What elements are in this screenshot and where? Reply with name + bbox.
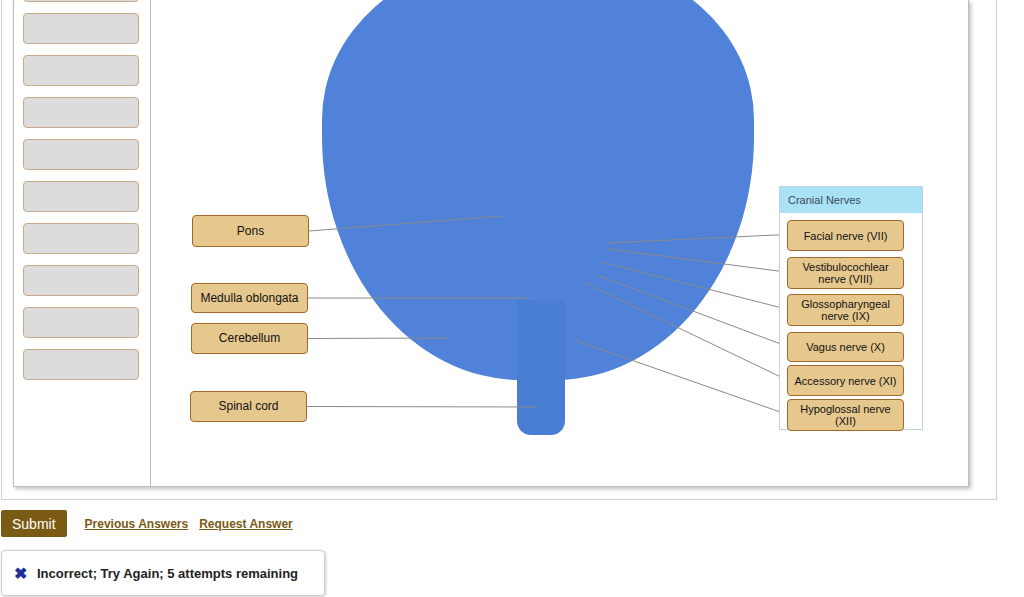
answer-slots [14,0,151,486]
answer-link[interactable]: Request Answer [199,517,293,531]
leader-line [574,340,786,414]
nerve-label[interactable]: Accessory nerve (XI) [787,365,904,396]
feedback-box: ✖ Incorrect; Try Again; 5 attempts remain… [1,550,325,596]
answer-slot[interactable] [23,13,139,44]
answer-slot[interactable] [23,139,139,170]
structure-label[interactable]: Pons [192,215,309,247]
nerve-label[interactable]: Facial nerve (VII) [787,220,904,251]
leader-line [308,298,529,299]
answer-slot[interactable] [23,349,139,380]
answer-slot[interactable] [23,265,139,296]
brain-photo-cord [517,300,565,435]
structure-label[interactable]: Medulla oblongata [191,283,308,313]
nerve-label[interactable]: Vagus nerve (X) [787,332,904,362]
page: Pons Medulla oblongata Cerebellum Spinal co… [0,0,1024,597]
nerve-label[interactable]: Vestibulocochlear nerve (VIII) [787,257,904,289]
answer-link[interactable]: Previous Answers [85,517,189,531]
incorrect-icon: ✖ [14,564,27,583]
submit-button[interactable]: Submit [1,510,67,537]
leader-line [309,216,502,231]
feedback-message: Incorrect; Try Again; 5 attempts remaini… [37,566,298,581]
labeling-panel: Pons Medulla oblongata Cerebellum Spinal co… [13,0,969,487]
cranial-nerves-box: Cranial Nerves Facial nerve (VII) Vestibul… [779,186,923,430]
answer-slot[interactable] [23,181,139,212]
structure-label[interactable]: Cerebellum [191,323,308,354]
structure-label[interactable]: Spinal cord [190,391,307,422]
actions-row: Submit Previous Answers Request Answer [0,510,1024,537]
diagram-canvas: Pons Medulla oblongata Cerebellum Spinal co… [151,0,968,486]
leader-line [585,283,786,380]
nerve-label[interactable]: Hypoglossal nerve (XII) [787,399,904,431]
answer-slot[interactable] [23,97,139,128]
cranial-nerves-title: Cranial Nerves [780,187,922,213]
leader-line [307,406,537,408]
answer-slot[interactable] [23,0,139,2]
leader-line [608,249,786,272]
leader-line [602,262,786,309]
answer-slot[interactable] [23,223,139,254]
nerve-label[interactable]: Glossopharyngeal nerve (IX) [787,294,904,326]
answer-slot[interactable] [23,55,139,86]
leader-line [607,235,786,244]
question-frame: Pons Medulla oblongata Cerebellum Spinal co… [1,0,997,500]
leader-line [308,338,449,340]
leader-line [597,275,786,346]
answer-slot[interactable] [23,307,139,338]
